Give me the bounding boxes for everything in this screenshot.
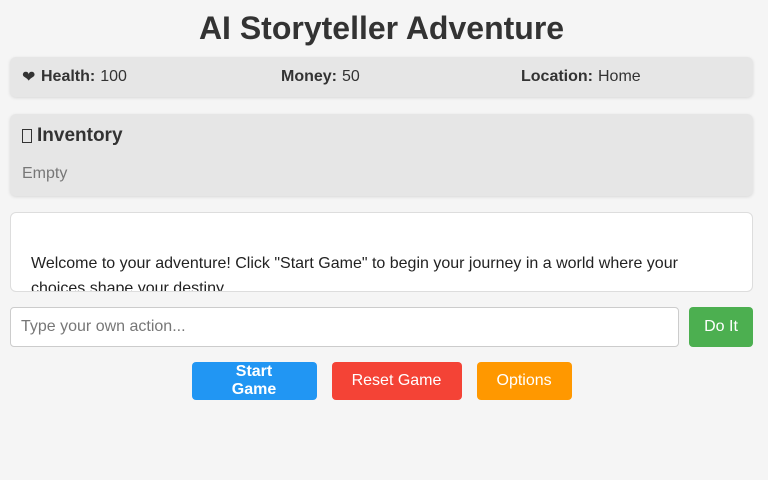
health-value: 100 <box>100 68 127 85</box>
backpack-icon <box>22 129 32 143</box>
options-button[interactable]: Options <box>476 362 572 400</box>
game-page: AI Storyteller Adventure ❤ Health: 100 M… <box>0 0 768 480</box>
inventory-empty-text: Empty <box>22 165 68 182</box>
action-row: Do It <box>10 307 753 347</box>
game-controls: Start Game Reset Game Options <box>10 362 753 400</box>
action-input[interactable] <box>10 307 679 347</box>
money-label: Money: <box>281 68 337 85</box>
inventory-panel: Inventory Empty <box>10 114 753 196</box>
story-box: Welcome to your adventure! Click "Start … <box>10 212 753 292</box>
money-stat: Money: 50 <box>262 68 502 86</box>
start-game-button[interactable]: Start Game <box>191 362 317 400</box>
inventory-heading: Inventory <box>37 125 123 146</box>
health-label: Health: <box>41 68 96 85</box>
heart-icon: ❤ <box>22 69 36 86</box>
stats-bar: ❤ Health: 100 Money: 50 Location: Home <box>10 57 753 97</box>
money-value: 50 <box>342 68 360 85</box>
location-value: Home <box>598 68 641 85</box>
page-title: AI Storyteller Adventure <box>198 10 565 46</box>
location-stat: Location: Home <box>502 68 641 86</box>
reset-game-button[interactable]: Reset Game <box>331 362 462 400</box>
inventory-header: Inventory <box>22 125 741 146</box>
do-it-button[interactable]: Do It <box>689 307 753 347</box>
location-label: Location: <box>521 68 593 85</box>
health-stat: ❤ Health: 100 <box>22 67 262 87</box>
story-text: Welcome to your adventure! Click "Start … <box>31 255 678 292</box>
